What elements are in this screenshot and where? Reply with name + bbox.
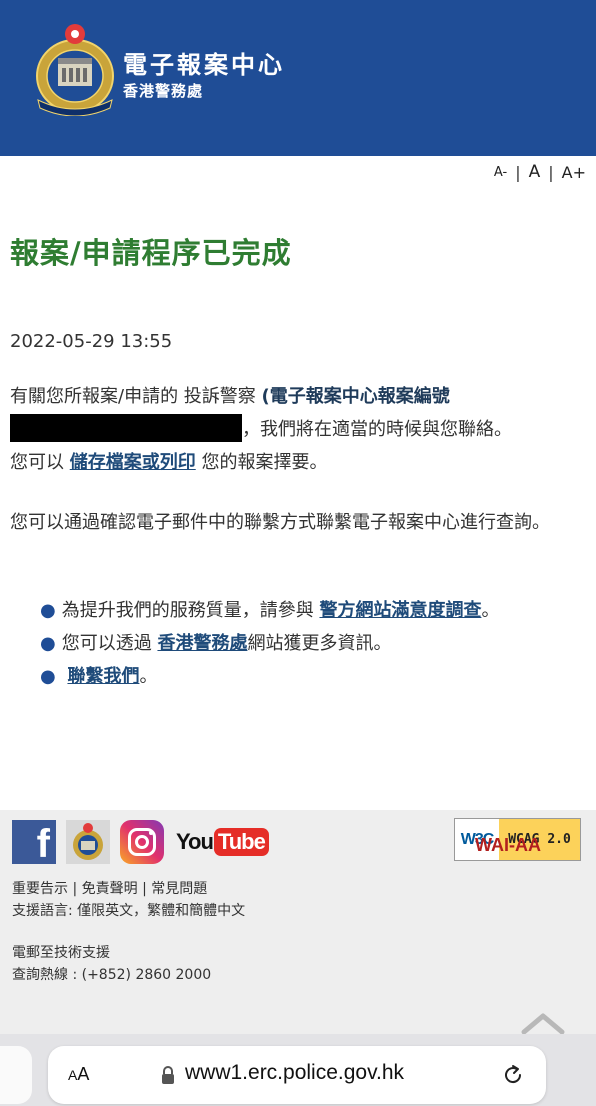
site-subtitle: 香港警務處 [123, 82, 204, 100]
faq-link[interactable]: 常見問題 [151, 881, 207, 897]
font-size-small-button[interactable]: A- [494, 165, 507, 180]
youtube-icon[interactable]: You Tube [176, 828, 269, 856]
footer-links: 重要告示 | 免責聲明 | 常見問題 支援語言: 僅限英文，繁體和簡體中文 [12, 878, 245, 922]
chevron-up-icon[interactable] [520, 1012, 566, 1036]
disclaimer-link[interactable]: 免責聲明 [82, 881, 138, 897]
instagram-icon[interactable] [120, 820, 164, 864]
lock-icon [162, 1066, 174, 1084]
list-item: ● 為提升我們的服務質量，請參與 警方網站滿意度調查。 [40, 594, 580, 627]
survey-suffix-text: 。 [481, 600, 500, 621]
redacted-report-number [10, 414, 242, 442]
list-item: ● 您可以透過 香港警務處網站獲更多資訊。 [40, 627, 580, 660]
social-links: f You Tube [12, 820, 269, 866]
report-ref-label: (電子報案中心報案編號 [261, 386, 450, 407]
survey-prefix-text: 為提升我們的服務質量，請參與 [61, 600, 320, 621]
previous-tab-edge[interactable] [0, 1046, 32, 1104]
link-separator: | [137, 881, 152, 897]
report-type-text: 有關您所報案/申請的 投訴警察 [10, 386, 262, 407]
enquiry-hotline: 查詢熱線 : (+852) 2860 2000 [12, 967, 212, 983]
font-size-switch: A- | A | A+ [494, 162, 586, 182]
info-list: ● 為提升我們的服務質量，請參與 警方網站滿意度調查。 ● 您可以透過 香港警務處網… [40, 594, 580, 693]
contact-us-link[interactable]: 聯繫我們 [67, 666, 139, 687]
site-header: 電子報案中心 香港警務處 [0, 0, 596, 156]
wcag-label: WAI-AA WCAG 2.0 [475, 819, 580, 860]
url-text[interactable]: www1.erc.police.gov.hk [185, 1061, 404, 1085]
satisfaction-survey-link[interactable]: 警方網站滿意度調查 [319, 600, 481, 621]
w3c-wcag-badge[interactable]: W3C WAI-AA WCAG 2.0 [454, 818, 581, 861]
police-site-suffix-text: 網站獲更多資訊。 [247, 633, 392, 654]
address-bar[interactable]: AA www1.erc.police.gov.hk [48, 1046, 546, 1104]
site-title: 電子報案中心 [123, 51, 285, 79]
bullet-icon: ● [40, 633, 56, 654]
police-site-prefix-text: 您可以透過 [61, 633, 158, 654]
contact-notice-text: ，我們將在適當的時候與您聯絡。 [242, 419, 512, 440]
facebook-icon[interactable]: f [12, 820, 56, 866]
bullet-icon: ● [40, 666, 56, 687]
important-notice-link[interactable]: 重要告示 [12, 881, 68, 897]
hong-kong-police-link[interactable]: 香港警務處 [157, 633, 247, 654]
enquiry-paragraph: 您可以通過確認電子郵件中的聯繫方式聯繫電子報案中心進行查詢。 [10, 512, 550, 533]
reader-text-size-button[interactable]: AA [68, 1064, 89, 1085]
hong-kong-police-badge-icon[interactable] [28, 20, 122, 116]
supported-languages: 支援語言: 僅限英文，繁體和簡體中文 [12, 903, 246, 919]
support-info: 電郵至技術支援 查詢熱線 : (+852) 2860 2000 [12, 942, 211, 986]
font-size-medium-button[interactable]: A [529, 162, 541, 182]
font-size-separator: | [515, 162, 521, 182]
bullet-icon: ● [40, 600, 56, 621]
confirmation-paragraph: 有關您所報案/申請的 投訴警察 (電子報案中心報案編號 ，我們將在適當的時候與您… [10, 380, 586, 479]
page-title: 報案/申請程序已完成 [10, 236, 292, 270]
tech-support-email-link[interactable]: 電郵至技術支援 [12, 945, 110, 961]
contact-suffix-text: 。 [139, 666, 158, 687]
submission-timestamp: 2022-05-29 13:55 [10, 331, 173, 352]
reload-icon[interactable] [501, 1063, 525, 1087]
font-size-large-button[interactable]: A+ [562, 163, 586, 182]
list-item: ● 聯繫我們。 [40, 660, 580, 693]
save-or-print-link[interactable]: 儲存檔案或列印 [70, 452, 196, 473]
police-badge-icon[interactable] [66, 820, 110, 864]
save-suffix-text: 您的報案擇要。 [195, 452, 328, 473]
save-prefix-text: 您可以 [10, 452, 70, 473]
link-separator: | [68, 881, 82, 897]
font-size-separator: | [548, 162, 554, 182]
